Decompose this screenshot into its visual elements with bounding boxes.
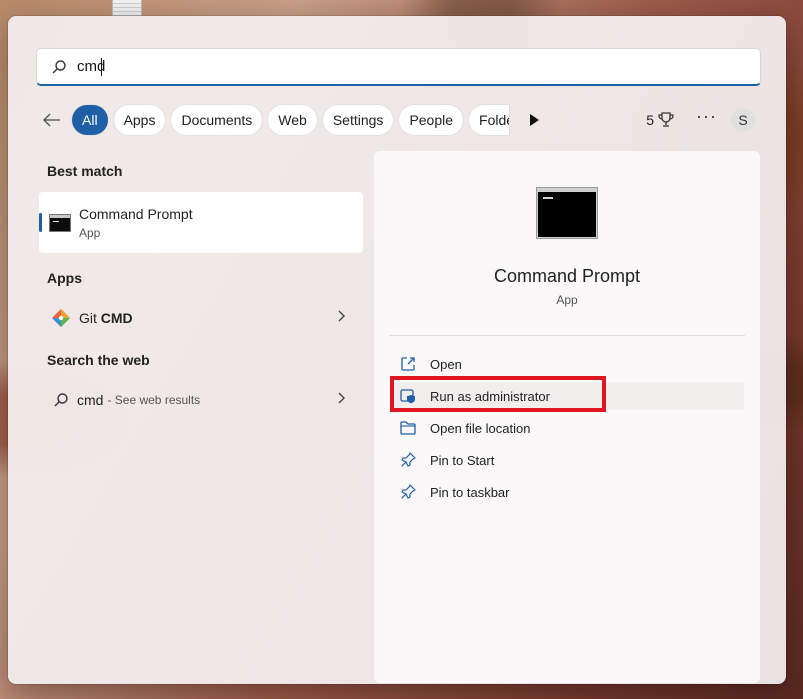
points-value: 5 xyxy=(646,112,654,128)
git-icon xyxy=(51,308,71,328)
shield-icon xyxy=(400,388,420,404)
chip-documents[interactable]: Documents xyxy=(171,105,263,135)
command-prompt-icon xyxy=(49,213,71,232)
filter-bar: All Apps Documents Web Settings People F… xyxy=(36,104,761,136)
action-run-as-administrator[interactable]: Run as administrator xyxy=(392,382,744,410)
chevron-right-icon[interactable] xyxy=(337,309,345,327)
best-match-title: Command Prompt xyxy=(79,205,193,222)
play-icon xyxy=(530,114,540,126)
folder-icon xyxy=(400,421,420,435)
search-box[interactable] xyxy=(36,48,761,86)
back-button[interactable] xyxy=(36,104,72,136)
best-match-subtitle: App xyxy=(79,225,101,240)
search-web-header: Search the web xyxy=(47,352,150,368)
document-icon xyxy=(112,0,142,16)
chip-web[interactable]: Web xyxy=(268,105,317,135)
pin-icon xyxy=(400,452,420,468)
action-label: Run as administrator xyxy=(430,388,550,404)
trophy-icon xyxy=(658,112,674,127)
web-query-suffix: - See web results xyxy=(107,393,201,407)
search-icon xyxy=(51,59,73,75)
action-pin-to-start[interactable]: Pin to Start xyxy=(392,446,744,474)
action-label: Open xyxy=(430,356,462,372)
best-match-header: Best match xyxy=(47,163,123,179)
web-query: cmd xyxy=(77,392,104,408)
action-open[interactable]: Open xyxy=(392,350,744,378)
preview-pane: Command Prompt App Open Run as administr… xyxy=(374,151,760,683)
chip-folders[interactable]: Folders xyxy=(469,105,510,135)
search-panel: All Apps Documents Web Settings People F… xyxy=(8,16,786,684)
action-pin-to-taskbar[interactable]: Pin to taskbar xyxy=(392,478,744,506)
list-item-web-search[interactable]: cmd - See web results xyxy=(39,382,363,418)
search-icon xyxy=(53,392,69,408)
list-item-git-cmd[interactable]: Git CMD xyxy=(39,300,363,336)
chip-all[interactable]: All xyxy=(72,105,108,135)
search-input[interactable] xyxy=(77,58,297,75)
action-open-file-location[interactable]: Open file location xyxy=(392,414,744,442)
scroll-filters-button[interactable] xyxy=(519,105,549,135)
action-label: Pin to taskbar xyxy=(430,484,510,500)
preview-subtitle: App xyxy=(556,293,578,307)
chevron-right-icon[interactable] xyxy=(337,391,345,409)
chip-people[interactable]: People xyxy=(399,105,464,135)
pin-icon xyxy=(400,484,420,500)
list-item-label: Git CMD xyxy=(79,310,133,326)
rewards-points[interactable]: 5 xyxy=(646,112,675,128)
chip-settings[interactable]: Settings xyxy=(322,105,394,135)
action-label: Pin to Start xyxy=(430,452,495,468)
action-label: Open file location xyxy=(430,420,531,436)
avatar[interactable]: S xyxy=(731,108,755,132)
divider xyxy=(389,335,745,336)
open-external-icon xyxy=(400,356,420,372)
back-arrow-icon xyxy=(43,113,60,127)
selection-accent xyxy=(39,213,42,232)
chip-apps[interactable]: Apps xyxy=(113,105,166,135)
apps-header: Apps xyxy=(47,270,82,286)
command-prompt-icon xyxy=(536,187,598,239)
preview-title: Command Prompt xyxy=(493,266,641,286)
text-caret xyxy=(101,57,102,76)
best-match-item[interactable]: Command Prompt App xyxy=(39,192,363,253)
more-options-button[interactable]: ··· xyxy=(696,106,717,127)
